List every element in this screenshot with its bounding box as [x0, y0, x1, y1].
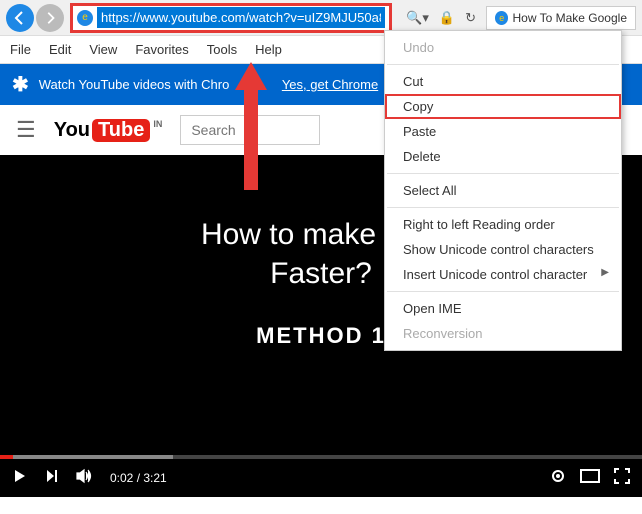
ctx-cut[interactable]: Cut [385, 69, 621, 94]
ctx-copy[interactable]: Copy [385, 94, 621, 119]
menu-favorites[interactable]: Favorites [135, 42, 188, 57]
logo-tube: Tube [92, 119, 150, 142]
refresh-icon[interactable]: ↻ [465, 10, 476, 26]
lock-icon[interactable]: 🔒 [439, 10, 455, 26]
back-button[interactable] [6, 4, 34, 32]
youtube-search-input[interactable] [180, 115, 320, 145]
ctx-separator [387, 173, 619, 174]
search-icon[interactable]: 🔍▾ [406, 10, 429, 26]
menu-view[interactable]: View [89, 42, 117, 57]
address-bar-input[interactable] [97, 7, 385, 28]
play-button[interactable] [12, 468, 28, 489]
ctx-select-all[interactable]: Select All [385, 178, 621, 203]
youtube-logo[interactable]: You Tube IN [54, 119, 163, 142]
progress-played [0, 455, 13, 459]
time-display: 0:02 / 3:21 [110, 471, 167, 485]
menu-edit[interactable]: Edit [49, 42, 71, 57]
menu-file[interactable]: File [10, 42, 31, 57]
menu-tools[interactable]: Tools [207, 42, 237, 57]
tab-title: How To Make Google [512, 11, 627, 25]
browser-tab[interactable]: e How To Make Google [486, 6, 636, 30]
ctx-paste[interactable]: Paste [385, 119, 621, 144]
country-code: IN [153, 119, 162, 129]
star-icon: ✱ [12, 72, 29, 97]
player-controls: 0:02 / 3:21 [0, 459, 642, 497]
ie-tab-icon: e [495, 11, 508, 25]
progress-bar[interactable] [0, 455, 642, 459]
promo-text: Watch YouTube videos with Chro . [39, 77, 251, 92]
address-bar-highlight: e [70, 3, 392, 33]
chevron-right-icon: ▶ [601, 267, 609, 278]
ctx-separator [387, 207, 619, 208]
menu-help[interactable]: Help [255, 42, 282, 57]
ctx-separator [387, 64, 619, 65]
volume-button[interactable] [76, 468, 94, 489]
context-menu: Undo Cut Copy Paste Delete Select All Ri… [384, 30, 622, 351]
browser-toolbar-icons: 🔍▾ 🔒 ↻ [398, 10, 484, 26]
theater-button[interactable] [580, 469, 600, 488]
ctx-show-unicode[interactable]: Show Unicode control characters [385, 237, 621, 262]
ctx-delete[interactable]: Delete [385, 144, 621, 169]
logo-you: You [54, 119, 90, 142]
ctx-insert-unicode[interactable]: Insert Unicode control character ▶ [385, 262, 621, 287]
ctx-rtl[interactable]: Right to left Reading order [385, 212, 621, 237]
hamburger-icon[interactable]: ☰ [16, 117, 36, 143]
get-chrome-link[interactable]: Yes, get Chrome [282, 77, 378, 92]
ctx-undo: Undo [385, 35, 621, 60]
fullscreen-button[interactable] [614, 468, 630, 489]
ctx-open-ime[interactable]: Open IME [385, 296, 621, 321]
next-button[interactable] [44, 468, 60, 489]
progress-loaded [13, 455, 174, 459]
ie-icon: e [77, 10, 93, 26]
ctx-reconversion: Reconversion [385, 321, 621, 346]
ctx-separator [387, 291, 619, 292]
forward-button[interactable] [36, 4, 64, 32]
settings-button[interactable] [550, 468, 566, 489]
